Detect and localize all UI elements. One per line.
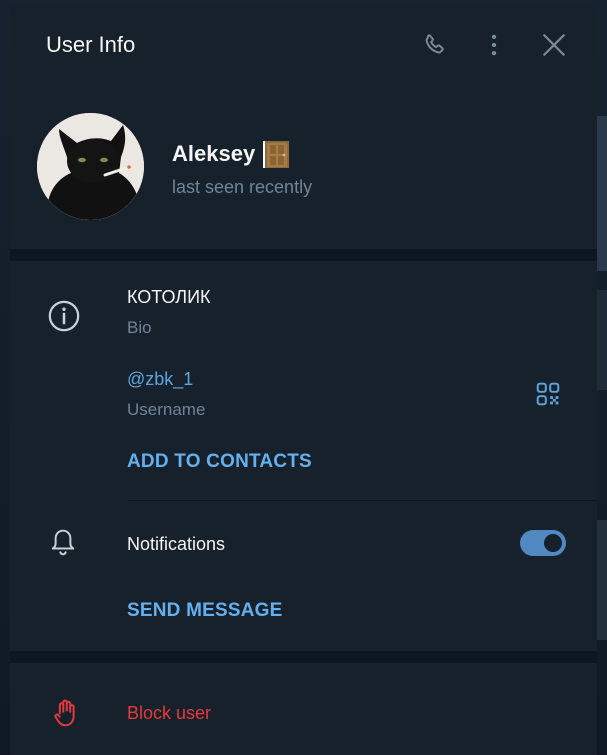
- background-chat-strip: [597, 116, 607, 271]
- qr-code-icon: [536, 382, 560, 406]
- toggle-knob: [542, 532, 564, 554]
- bio-label: Bio: [127, 318, 152, 337]
- username-label: Username: [127, 400, 206, 419]
- door-emoji-icon: [261, 139, 291, 169]
- background-chat-strip: [597, 520, 607, 640]
- qr-code-button[interactable]: [531, 377, 565, 411]
- call-button[interactable]: [414, 25, 454, 65]
- profile-name: Aleksey: [172, 141, 256, 166]
- avatar[interactable]: [37, 113, 144, 220]
- username-value[interactable]: @zbk_1: [127, 369, 193, 390]
- bio-value: КОТОЛИК: [127, 287, 211, 307]
- block-user-button[interactable]: Block user: [127, 703, 211, 724]
- close-icon: [543, 34, 565, 56]
- separator-line: [127, 500, 597, 501]
- bell-icon-wrap: [46, 525, 80, 561]
- hand-stop-icon: [54, 699, 75, 727]
- profile-name-row: Aleksey: [172, 139, 291, 169]
- info-icon-wrap: [44, 296, 84, 336]
- phone-icon: [425, 34, 444, 54]
- more-vertical-icon: [491, 34, 497, 56]
- bell-icon: [51, 529, 75, 556]
- section-divider: [10, 651, 597, 663]
- section-divider: [10, 249, 597, 261]
- add-to-contacts-button[interactable]: ADD TO CONTACTS: [127, 451, 312, 473]
- more-options-button[interactable]: [474, 25, 514, 65]
- user-info-dialog: User Info Aleksey last seen recently КОТ…: [10, 3, 597, 755]
- notifications-label: Notifications: [127, 534, 226, 554]
- notifications-toggle[interactable]: [520, 530, 566, 556]
- dialog-title: User Info: [46, 32, 136, 57]
- background-chat-strip: [597, 290, 607, 390]
- profile-section: Aleksey last seen recently: [10, 89, 597, 249]
- send-message-button[interactable]: SEND MESSAGE: [127, 600, 283, 622]
- info-icon: [48, 300, 80, 332]
- close-button[interactable]: [534, 25, 574, 65]
- block-hand-icon-wrap: [49, 696, 83, 730]
- black-cat-avatar-image: [37, 113, 144, 220]
- dialog-header: User Info: [10, 3, 597, 89]
- last-seen-status: last seen recently: [172, 177, 313, 197]
